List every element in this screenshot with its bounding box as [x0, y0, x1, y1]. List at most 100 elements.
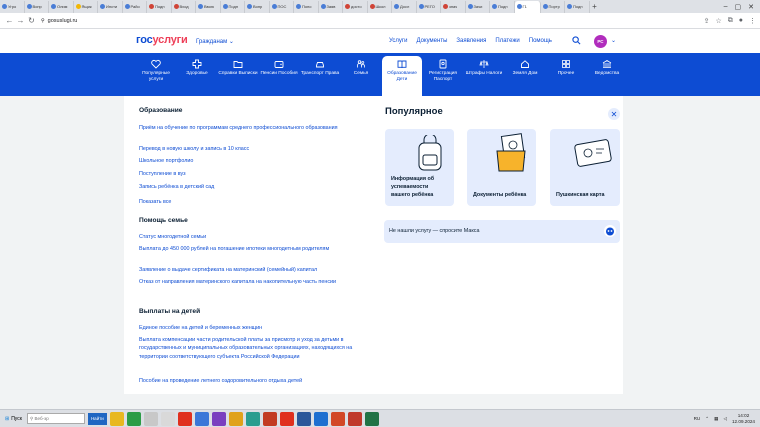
popular-card-grades[interactable]: Информация об успеваемости вашего ребёнк…: [385, 129, 454, 206]
browser-tab[interactable]: Школ: [368, 0, 392, 13]
link-mortgage-payment[interactable]: Выплата до 450 000 рублей на погашение и…: [139, 245, 351, 253]
forward-icon[interactable]: →: [15, 16, 26, 25]
browser-tab[interactable]: Ящик: [74, 0, 98, 13]
link-school-transfer[interactable]: Перевод в новую школу и запись в 10 клас…: [139, 145, 351, 153]
browser-tab[interactable]: Райо: [123, 0, 147, 13]
site-info-icon[interactable]: ⚲: [41, 18, 45, 24]
bookmark-star-icon[interactable]: ☆: [715, 17, 721, 25]
nav-services[interactable]: Услуги: [389, 38, 407, 44]
browser-tab[interactable]: Угро: [0, 0, 25, 13]
nav-help[interactable]: Помощь: [529, 38, 552, 44]
close-panel-button[interactable]: ✕: [608, 108, 620, 120]
yandex-browser-icon[interactable]: [177, 411, 192, 426]
minimize-icon[interactable]: –: [724, 3, 728, 11]
category-building[interactable]: Ведомства: [587, 56, 627, 96]
browser-tab[interactable]: Портр: [541, 0, 565, 13]
browser-tab[interactable]: Вопр: [25, 0, 49, 13]
link-university-admission[interactable]: Поступление в вуз: [139, 170, 351, 178]
pdf-icon[interactable]: [347, 411, 362, 426]
link-kindergarten[interactable]: Запись ребёнка в детский сад: [139, 183, 351, 191]
category-book[interactable]: Образование Дети: [382, 56, 422, 96]
avatar[interactable]: РС: [594, 35, 607, 48]
network-icon[interactable]: ▦: [714, 416, 718, 422]
category-passport[interactable]: Регистрация Паспорт: [423, 56, 463, 96]
show-all-education[interactable]: Показать все: [139, 199, 171, 205]
taskbar-search[interactable]: ⚲ Веб-эр: [26, 413, 85, 424]
extensions-icon[interactable]: ⧉: [728, 17, 733, 25]
maximize-icon[interactable]: ▢: [735, 3, 742, 11]
word-icon[interactable]: [296, 411, 311, 426]
yandex-icon[interactable]: [279, 411, 294, 426]
gosuslugi-logo[interactable]: госуслуги: [136, 34, 188, 46]
language-indicator[interactable]: RU: [694, 416, 701, 421]
browser-tab[interactable]: Досл: [392, 0, 417, 13]
browser-tab[interactable]: Заяв: [319, 0, 343, 13]
browser-tab[interactable]: Подп: [147, 0, 172, 13]
category-family[interactable]: Семья: [341, 56, 381, 96]
account-chevron-icon[interactable]: ⌄: [611, 37, 616, 44]
explorer-icon[interactable]: [109, 411, 124, 426]
link-capital-refusal[interactable]: Отказ от направления материнского капита…: [139, 278, 351, 286]
search-icon[interactable]: [572, 36, 581, 45]
ask-assistant-box[interactable]: Не нашли услугу — спросите Макса: [384, 220, 620, 243]
browser-tab[interactable]: Попо: [294, 0, 319, 13]
browser-tab[interactable]: Олим: [49, 0, 74, 13]
browser-tab[interactable]: Ввою: [196, 0, 221, 13]
nav-applications[interactable]: Заявления: [456, 38, 486, 44]
link-large-family-status[interactable]: Статус многодетной семьи: [139, 233, 351, 241]
mail-icon[interactable]: [313, 411, 328, 426]
anydesk-icon[interactable]: [228, 411, 243, 426]
browser-tab[interactable]: Подп: [221, 0, 245, 13]
category-scales[interactable]: Штрафы Налоги: [464, 56, 504, 96]
profile-icon[interactable]: ●: [739, 17, 743, 25]
new-tab-button[interactable]: +: [590, 2, 600, 11]
nav-payments[interactable]: Платежи: [495, 38, 519, 44]
teal-app-icon[interactable]: [245, 411, 260, 426]
category-heart[interactable]: Популярные услуги: [136, 56, 176, 96]
link-school-portfolio[interactable]: Школьное портфолио: [139, 157, 351, 165]
browser-tab[interactable]: знач: [441, 0, 466, 13]
volume-icon[interactable]: ◁: [723, 416, 727, 422]
browser-tab[interactable]: Подп: [565, 0, 590, 13]
browser-tab[interactable]: Зачи: [466, 0, 490, 13]
browser-tab[interactable]: досто: [343, 0, 368, 13]
audience-selector[interactable]: Гражданам ⌄: [196, 38, 234, 45]
browser-tab[interactable]: Подп: [490, 0, 515, 13]
link-summer-rest-allowance[interactable]: Пособие на проведение летнего оздоровите…: [139, 377, 351, 385]
category-grid[interactable]: Прочее: [546, 56, 586, 96]
back-icon[interactable]: ←: [4, 16, 15, 25]
category-medical-cross[interactable]: Здоровье: [177, 56, 217, 96]
blue-app-icon[interactable]: [194, 411, 209, 426]
start-button[interactable]: ⊞ Пуск: [2, 416, 25, 422]
nav-documents[interactable]: Документы: [416, 38, 447, 44]
browser-tab[interactable]: ПОС: [270, 0, 294, 13]
calculator-icon[interactable]: [160, 411, 175, 426]
category-house[interactable]: Земля Дом: [505, 56, 545, 96]
popular-card-child-documents[interactable]: Документы ребёнка: [467, 129, 536, 206]
tray-arrow-icon[interactable]: ⌃: [705, 416, 709, 422]
app-icon[interactable]: [143, 411, 158, 426]
link-parent-fee-compensation[interactable]: Выплата компенсации части родительской п…: [139, 336, 353, 361]
popular-card-pushkin[interactable]: Пушкинская карта: [550, 129, 620, 206]
category-wallet[interactable]: Пенсии Пособия: [259, 56, 299, 96]
excel-icon[interactable]: [364, 411, 379, 426]
browser-tab[interactable]: Г1: [514, 0, 541, 13]
browser-tab[interactable]: Инсти: [98, 0, 123, 13]
chrome-icon[interactable]: [126, 411, 141, 426]
reload-icon[interactable]: ↻: [26, 16, 37, 25]
link-maternity-capital[interactable]: Заявление о выдаче сертификата на матери…: [139, 266, 351, 274]
link-spo-admission[interactable]: Приём на обучение по программам среднего…: [139, 124, 351, 132]
category-folder[interactable]: Справки Выписки: [218, 56, 258, 96]
category-car[interactable]: Транспорт Права: [300, 56, 340, 96]
browser-tab[interactable]: РЕГО: [417, 0, 441, 13]
browser-tab[interactable]: Вопр: [245, 0, 270, 13]
link-unified-allowance[interactable]: Единое пособие на детей и беременных жен…: [139, 324, 351, 332]
share-icon[interactable]: ⇪: [704, 17, 710, 25]
browser-tab[interactable]: Вход: [172, 0, 196, 13]
clock[interactable]: 14:02 12.09.2024: [732, 413, 755, 424]
close-window-icon[interactable]: ✕: [748, 3, 754, 11]
taskbar-find-button[interactable]: Найти: [87, 412, 107, 425]
purple-app-icon[interactable]: [211, 411, 226, 426]
browser-menu-icon[interactable]: ⋮: [749, 17, 756, 25]
powerpoint-icon[interactable]: [330, 411, 345, 426]
